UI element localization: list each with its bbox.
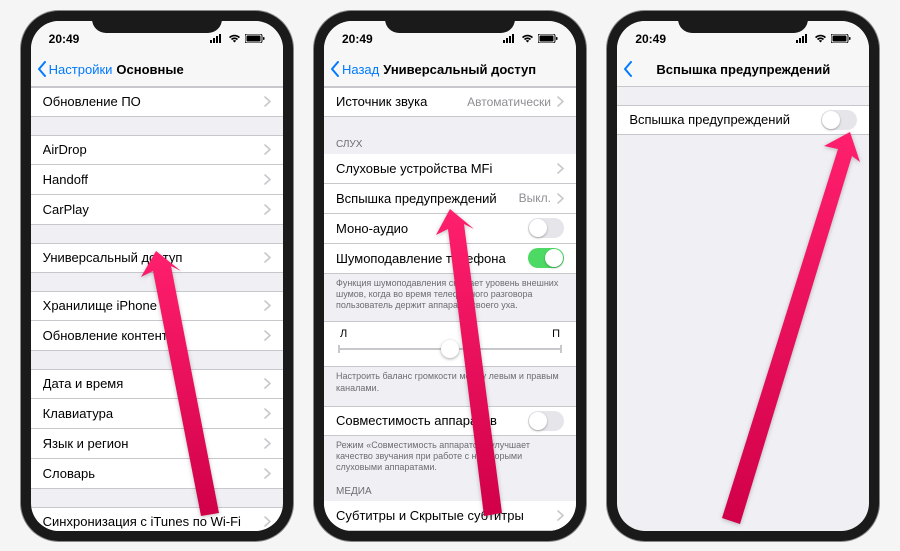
annotation-arrow xyxy=(712,126,862,526)
row-keyboard[interactable]: Клавиатура xyxy=(31,399,283,429)
row-noise-cancel[interactable]: Шумоподавление телефона xyxy=(324,244,576,274)
row-itunes-wifi[interactable]: Синхронизация с iTunes по Wi-Fi xyxy=(31,507,283,531)
row-handoff[interactable]: Handoff xyxy=(31,165,283,195)
row-airdrop[interactable]: AirDrop xyxy=(31,135,283,165)
row-storage[interactable]: Хранилище iPhone xyxy=(31,291,283,321)
row-mono-audio[interactable]: Моно-аудио xyxy=(324,214,576,244)
row-datetime[interactable]: Дата и время xyxy=(31,369,283,399)
navbar-2: Назад Универсальный доступ xyxy=(324,53,576,87)
hearing-header: СЛУХ xyxy=(324,135,576,154)
chevron-right-icon xyxy=(264,408,271,419)
chevron-right-icon xyxy=(557,163,564,174)
row-carplay[interactable]: CarPlay xyxy=(31,195,283,225)
row-led-flash-toggle[interactable]: Вспышка предупреждений xyxy=(617,105,869,135)
chevron-right-icon xyxy=(264,378,271,389)
chevron-right-icon xyxy=(264,204,271,215)
signal-icon xyxy=(503,34,517,43)
chevron-right-icon xyxy=(264,300,271,311)
compat-footer: Режим «Совместимость аппаратов» улучшает… xyxy=(324,436,576,476)
flash-switch[interactable] xyxy=(821,110,857,130)
row-audio-source[interactable]: Источник звукаАвтоматически xyxy=(324,87,576,117)
page-title: Универсальный доступ xyxy=(383,62,536,77)
wifi-icon xyxy=(814,34,827,43)
content-1: Обновление ПО AirDrop Handoff CarPlay Ун… xyxy=(31,87,283,531)
page-title: Основные xyxy=(116,62,183,77)
chevron-right-icon xyxy=(264,96,271,107)
compat-switch[interactable] xyxy=(528,411,564,431)
notch xyxy=(678,11,808,33)
chevron-right-icon xyxy=(264,174,271,185)
status-icons xyxy=(796,34,851,43)
screen-2: 20:49 Назад Универсальный доступ Источни… xyxy=(324,21,576,531)
balance-left: Л xyxy=(340,328,347,340)
mono-switch[interactable] xyxy=(528,218,564,238)
chevron-right-icon xyxy=(264,438,271,449)
navbar-1: Настройки Основные xyxy=(31,53,283,87)
phone-2: 20:49 Назад Универсальный доступ Источни… xyxy=(314,11,586,541)
status-time: 20:49 xyxy=(342,32,384,46)
row-led-flash[interactable]: Вспышка предупрежденийВыкл. xyxy=(324,184,576,214)
status-time: 20:49 xyxy=(635,32,677,46)
chevron-right-icon xyxy=(557,96,564,107)
row-software-update[interactable]: Обновление ПО xyxy=(31,87,283,117)
noise-footer: Функция шумоподавления снижает уровень в… xyxy=(324,274,576,314)
row-hearing-devices[interactable]: Слуховые устройства MFi xyxy=(324,154,576,184)
chevron-right-icon xyxy=(264,330,271,341)
balance-slider[interactable]: ЛП xyxy=(324,321,576,367)
signal-icon xyxy=(796,34,810,43)
status-icons xyxy=(210,34,265,43)
chevron-right-icon xyxy=(264,468,271,479)
row-compat[interactable]: Совместимость аппаратов xyxy=(324,406,576,436)
slider-knob[interactable] xyxy=(441,340,459,358)
chevron-right-icon xyxy=(557,510,564,521)
media-header: МЕДИА xyxy=(324,482,576,501)
row-dictionary[interactable]: Словарь xyxy=(31,459,283,489)
chevron-right-icon xyxy=(264,252,271,263)
chevron-right-icon xyxy=(557,193,564,204)
row-language[interactable]: Язык и регион xyxy=(31,429,283,459)
status-icons xyxy=(503,34,558,43)
status-time: 20:49 xyxy=(49,32,91,46)
back-button[interactable]: Назад xyxy=(330,61,379,77)
noise-switch[interactable] xyxy=(528,248,564,268)
content-3: Вспышка предупреждений xyxy=(617,105,869,135)
phone-3: 20:49 Вспышка предупреждений Вспышка пре… xyxy=(607,11,879,541)
battery-icon xyxy=(538,34,558,43)
back-button[interactable]: Настройки xyxy=(37,61,113,77)
row-subtitles[interactable]: Субтитры и Скрытые субтитры xyxy=(324,501,576,531)
signal-icon xyxy=(210,34,224,43)
chevron-right-icon xyxy=(264,516,271,527)
notch xyxy=(92,11,222,33)
battery-icon xyxy=(831,34,851,43)
phone-1: 20:49 Настройки Основные Обновление ПО A… xyxy=(21,11,293,541)
balance-right: П xyxy=(552,328,560,340)
back-label: Назад xyxy=(342,62,379,77)
row-bgrefresh[interactable]: Обновление контента xyxy=(31,321,283,351)
battery-icon xyxy=(245,34,265,43)
navbar-3: Вспышка предупреждений xyxy=(617,53,869,87)
content-2: Источник звукаАвтоматически СЛУХ Слуховы… xyxy=(324,87,576,531)
wifi-icon xyxy=(521,34,534,43)
balance-footer: Настроить баланс громкости между левым и… xyxy=(324,367,576,396)
chevron-right-icon xyxy=(264,144,271,155)
notch xyxy=(385,11,515,33)
screen-3: 20:49 Вспышка предупреждений Вспышка пре… xyxy=(617,21,869,531)
wifi-icon xyxy=(228,34,241,43)
back-label: Настройки xyxy=(49,62,113,77)
page-title: Вспышка предупреждений xyxy=(617,62,869,77)
row-accessibility[interactable]: Универсальный доступ xyxy=(31,243,283,273)
screen-1: 20:49 Настройки Основные Обновление ПО A… xyxy=(31,21,283,531)
